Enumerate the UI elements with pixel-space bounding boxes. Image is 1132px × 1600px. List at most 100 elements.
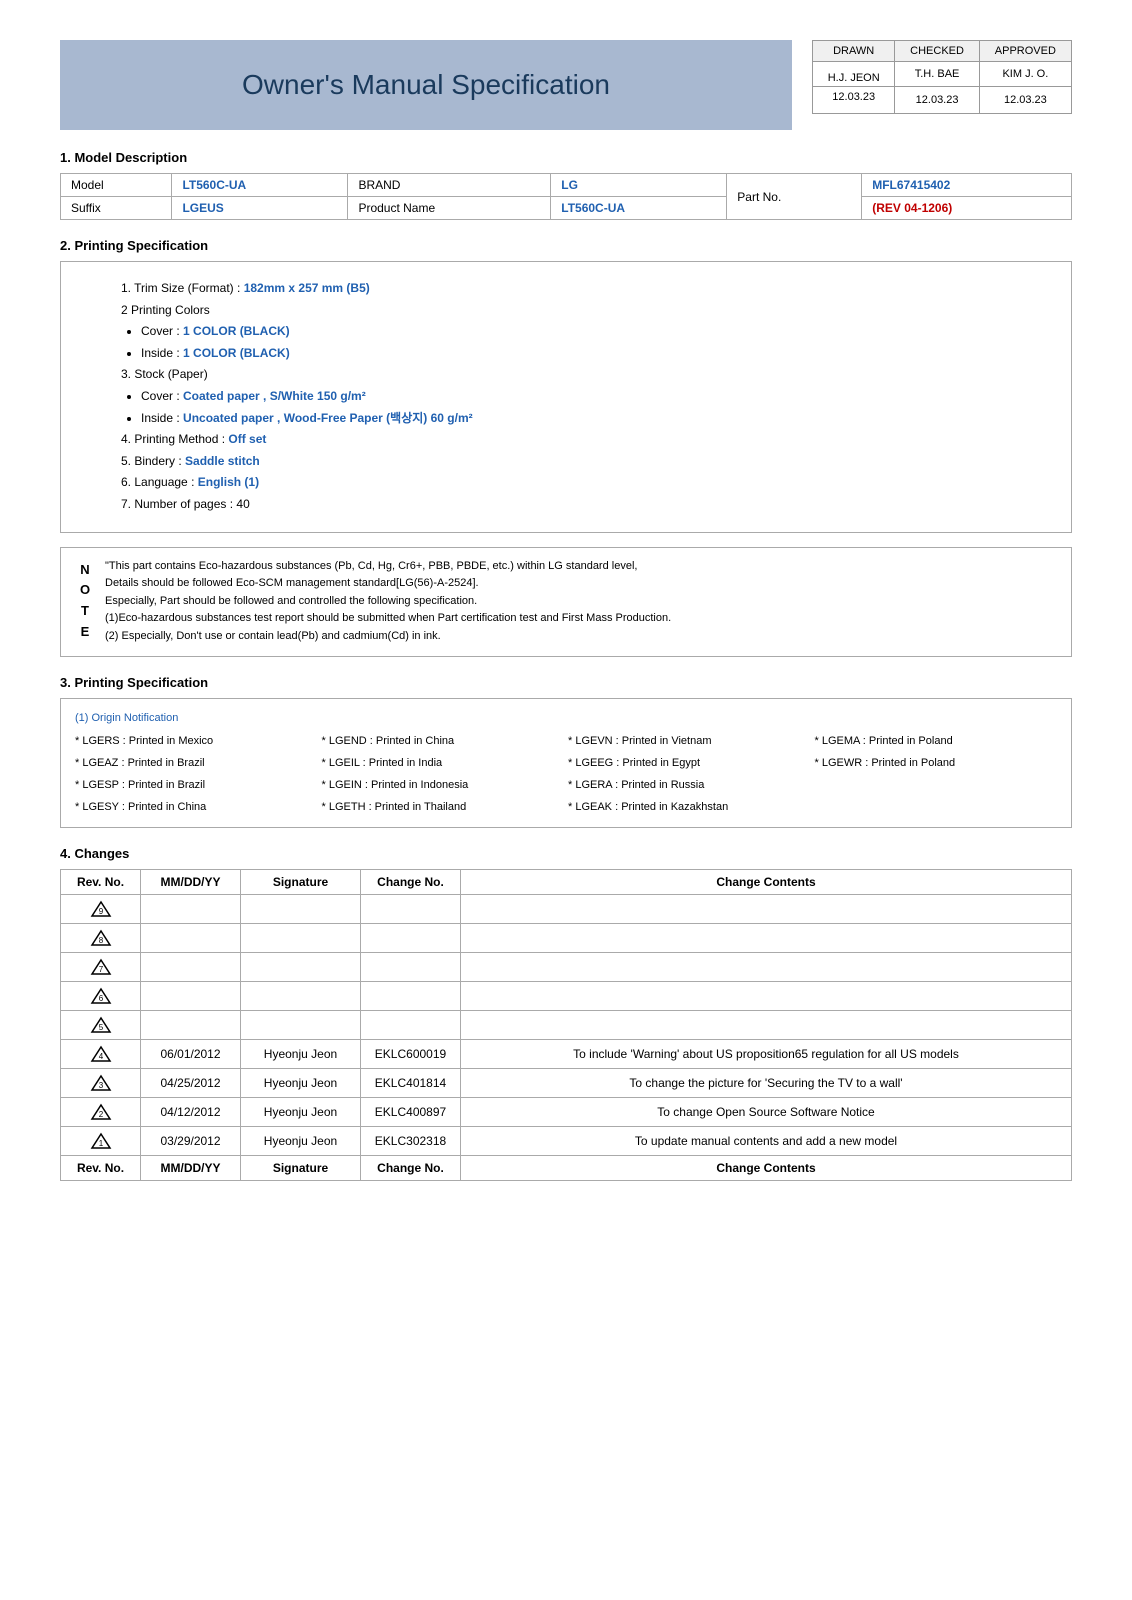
note-line-4: (1)Eco-hazardous substances test report …: [105, 610, 671, 628]
note-content: "This part contains Eco-hazardous substa…: [105, 558, 671, 646]
table-row: 9: [61, 895, 1072, 924]
table-footer-row: Rev. No. MM/DD/YY Signature Change No. C…: [61, 1156, 1072, 1181]
rev-cell-5: 5: [69, 1016, 132, 1034]
table-row: 8: [61, 924, 1072, 953]
model-table: Model LT560C-UA BRAND LG Part No. MFL674…: [60, 173, 1072, 220]
change-sig-2: Hyeonju Jeon: [241, 1098, 361, 1127]
change-date-4: 06/01/2012: [141, 1040, 241, 1069]
change-no-2: EKLC400897: [361, 1098, 461, 1127]
section3-title: 3. Printing Specification: [60, 675, 1072, 690]
change-no-1: EKLC302318: [361, 1127, 461, 1156]
origin-15: [815, 798, 1058, 818]
table-row: 1 03/29/2012 Hyeonju Jeon EKLC302318 To …: [61, 1127, 1072, 1156]
spec-stock-header: 3. Stock (Paper): [121, 364, 1051, 386]
changes-header-row: Rev. No. MM/DD/YY Signature Change No. C…: [61, 870, 1072, 895]
origin-12: * LGESY : Printed in China: [75, 798, 318, 818]
approval-drawn-name: H.J. JEON: [813, 62, 895, 87]
spec-language: 6. Language : English (1): [121, 472, 1051, 494]
origin-11: [815, 776, 1058, 796]
suffix-label: Suffix: [61, 197, 172, 220]
rev-cell-6: 6: [69, 987, 132, 1005]
svg-text:5: 5: [98, 1023, 103, 1032]
rev-cell-9: 9: [69, 900, 132, 918]
origin-0: * LGERS : Printed in Mexico: [75, 732, 318, 752]
partno-value: MFL67415402: [862, 174, 1072, 197]
note-line-5: (2) Especially, Don't use or contain lea…: [105, 628, 671, 646]
header-area: Owner's Manual Specification DRAWN CHECK…: [60, 40, 1072, 130]
rev-cell-1: 1: [69, 1132, 132, 1150]
rev-cell-4: 4: [69, 1045, 132, 1063]
note-label: N O T E: [75, 558, 95, 646]
col-sig: Signature: [241, 870, 361, 895]
svg-text:7: 7: [98, 965, 103, 974]
approval-table: DRAWN CHECKED APPROVED H.J. JEON T.H. BA…: [812, 40, 1072, 114]
changes-table: Rev. No. MM/DD/YY Signature Change No. C…: [60, 869, 1072, 1181]
footer-date: MM/DD/YY: [141, 1156, 241, 1181]
rev-cell-7: 7: [69, 958, 132, 976]
spec-box: 1. Trim Size (Format) : 182mm x 257 mm (…: [60, 261, 1072, 533]
change-contents-1: To update manual contents and add a new …: [461, 1127, 1072, 1156]
change-contents-4: To include 'Warning' about US propositio…: [461, 1040, 1072, 1069]
table-row: 5: [61, 1011, 1072, 1040]
approval-header-drawn: DRAWN: [813, 41, 895, 62]
brand-label: BRAND: [348, 174, 551, 197]
rev-value: (REV 04-1206): [862, 197, 1072, 220]
svg-text:3: 3: [98, 1081, 103, 1090]
spec-inside-color: Inside : 1 COLOR (BLACK): [141, 343, 1051, 365]
rev-triangle-5: 5: [90, 1016, 112, 1034]
spec-pages: 7. Number of pages : 40: [121, 494, 1051, 516]
model-label: Model: [61, 174, 172, 197]
change-sig-3: Hyeonju Jeon: [241, 1069, 361, 1098]
change-no-3: EKLC401814: [361, 1069, 461, 1098]
approval-drawn-date: 12.03.23: [813, 87, 895, 114]
title-box: Owner's Manual Specification: [60, 40, 792, 130]
origin-2: * LGEVN : Printed in Vietnam: [568, 732, 811, 752]
change-sig-4: Hyeonju Jeon: [241, 1040, 361, 1069]
origin-7: * LGEWR : Printed in Poland: [815, 754, 1058, 774]
spec-cover-color: Cover : 1 COLOR (BLACK): [141, 321, 1051, 343]
approval-checked-name: T.H. BAE: [895, 62, 979, 87]
svg-text:1: 1: [98, 1139, 103, 1148]
change-date-2: 04/12/2012: [141, 1098, 241, 1127]
change-contents-2: To change Open Source Software Notice: [461, 1098, 1072, 1127]
change-contents-3: To change the picture for 'Securing the …: [461, 1069, 1072, 1098]
productname-value: LT560C-UA: [551, 197, 727, 220]
origin-5: * LGEIL : Printed in India: [322, 754, 565, 774]
approval-header-approved: APPROVED: [979, 41, 1071, 62]
productname-label: Product Name: [348, 197, 551, 220]
svg-text:8: 8: [98, 936, 103, 945]
spec-colors-header: 2 Printing Colors: [121, 300, 1051, 322]
table-row: 3 04/25/2012 Hyeonju Jeon EKLC401814 To …: [61, 1069, 1072, 1098]
approval-approved-date: 12.03.23: [979, 87, 1071, 114]
rev-triangle-8: 8: [90, 929, 112, 947]
svg-text:6: 6: [98, 994, 103, 1003]
origin-box: (1) Origin Notification * LGERS : Printe…: [60, 698, 1072, 829]
spec-cover-stock: Cover : Coated paper , S/White 150 g/m²: [141, 386, 1051, 408]
rev-triangle-4: 4: [90, 1045, 112, 1063]
note-line-2: Details should be followed Eco-SCM manag…: [105, 575, 671, 593]
approval-approved-name: KIM J. O.: [979, 62, 1071, 87]
rev-cell-8: 8: [69, 929, 132, 947]
spec-inside-stock: Inside : Uncoated paper , Wood-Free Pape…: [141, 408, 1051, 430]
rev-cell-3: 3: [69, 1074, 132, 1092]
spec-bindery: 5. Bindery : Saddle stitch: [121, 451, 1051, 473]
col-contents: Change Contents: [461, 870, 1072, 895]
svg-text:2: 2: [98, 1110, 103, 1119]
origin-13: * LGETH : Printed in Thailand: [322, 798, 565, 818]
table-row: 6: [61, 982, 1072, 1011]
suffix-value: LGEUS: [172, 197, 348, 220]
svg-text:9: 9: [98, 907, 103, 916]
table-row: 2 04/12/2012 Hyeonju Jeon EKLC400897 To …: [61, 1098, 1072, 1127]
table-row: 7: [61, 953, 1072, 982]
section4-title: 4. Changes: [60, 846, 1072, 861]
svg-text:4: 4: [98, 1052, 103, 1061]
origin-9: * LGEIN : Printed in Indonesia: [322, 776, 565, 796]
origin-1: * LGEND : Printed in China: [322, 732, 565, 752]
note-box: N O T E "This part contains Eco-hazardou…: [60, 547, 1072, 657]
rev-triangle-7: 7: [90, 958, 112, 976]
note-line-1: "This part contains Eco-hazardous substa…: [105, 558, 671, 576]
section2-title: 2. Printing Specification: [60, 238, 1072, 253]
model-value: LT560C-UA: [172, 174, 348, 197]
rev-cell-2: 2: [69, 1103, 132, 1121]
page-title: Owner's Manual Specification: [242, 69, 610, 101]
